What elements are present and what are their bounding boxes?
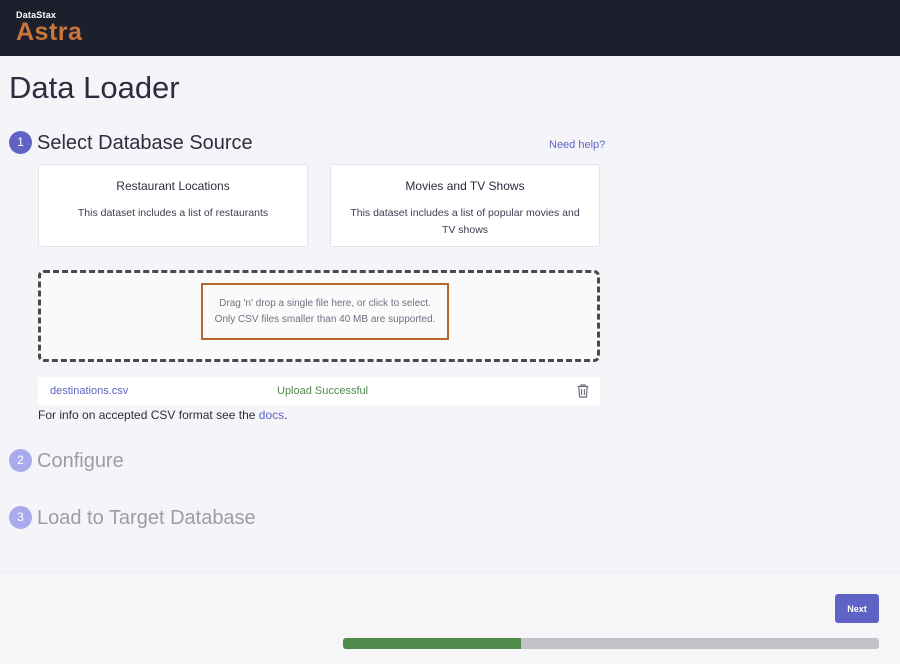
uploaded-file-name[interactable]: destinations.csv — [50, 385, 128, 397]
dataset-card-title: Restaurant Locations — [116, 179, 230, 193]
dropzone-hint-line-1: Drag 'n' drop a single file here, or cli… — [219, 298, 431, 309]
dataset-card-title: Movies and TV Shows — [405, 179, 525, 193]
dataset-card-description: This dataset includes a list of restaura… — [77, 207, 269, 219]
step-2-number: 2 — [9, 449, 32, 472]
docs-link[interactable]: docs — [259, 408, 284, 422]
need-help-link[interactable]: Need help? — [549, 139, 605, 151]
progress-bar-fill — [343, 638, 522, 649]
next-button[interactable]: Next — [835, 594, 879, 623]
page-title: Data Loader — [9, 70, 180, 105]
step-2-title: Configure — [37, 450, 124, 472]
brand-astra-logo[interactable]: Astra — [16, 18, 82, 47]
dataset-card-restaurants[interactable]: Restaurant Locations This dataset includ… — [38, 164, 308, 247]
csv-format-info: For info on accepted CSV format see the … — [38, 408, 287, 422]
file-dropzone[interactable]: Drag 'n' drop a single file here, or cli… — [38, 270, 600, 362]
dataset-card-description: This dataset includes a list of popular … — [350, 207, 580, 236]
dropzone-hint: Drag 'n' drop a single file here, or cli… — [201, 283, 449, 340]
trash-icon[interactable] — [576, 383, 590, 399]
dataset-card-movies[interactable]: Movies and TV Shows This dataset include… — [330, 164, 600, 247]
uploaded-file-row: destinations.csv Upload Successful — [38, 377, 600, 405]
step-3-number: 3 — [9, 506, 32, 529]
info-suffix: . — [284, 408, 288, 422]
footer-area — [0, 572, 900, 664]
step-1-number: 1 — [9, 131, 32, 154]
info-prefix: For info on accepted CSV format see the — [38, 408, 259, 422]
top-bar: DataStax Astra — [0, 0, 900, 56]
progress-bar — [343, 638, 879, 649]
step-1-title: Select Database Source — [37, 132, 253, 154]
step-3-title: Load to Target Database — [37, 507, 256, 529]
upload-status: Upload Successful — [277, 385, 369, 397]
dropzone-hint-line-2: Only CSV files smaller than 40 MB are su… — [214, 314, 436, 325]
